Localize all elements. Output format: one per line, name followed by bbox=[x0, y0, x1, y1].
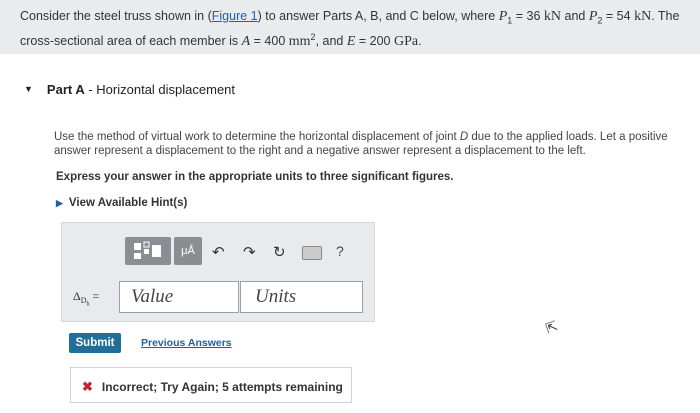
problem-text: ) to answer Parts A, B, and C below, whe… bbox=[257, 9, 499, 23]
delta-dh-label: ΔDh = bbox=[73, 289, 99, 308]
modulus-value: = 200 bbox=[355, 33, 394, 48]
reset-icon[interactable]: ↻ bbox=[273, 243, 286, 261]
help-icon[interactable]: ? bbox=[336, 243, 344, 259]
problem-text: , and bbox=[315, 33, 347, 48]
figure-link[interactable]: Figure 1 bbox=[212, 9, 258, 23]
modulus-unit: GPa bbox=[393, 33, 419, 49]
submit-button[interactable]: Submit bbox=[69, 333, 121, 353]
units-button[interactable]: μÅ bbox=[174, 237, 202, 265]
joint-label: D bbox=[459, 131, 469, 143]
p1-unit: kN bbox=[543, 9, 562, 24]
hints-label: View Available Hint(s) bbox=[68, 197, 188, 209]
previous-answers-link[interactable]: Previous Answers bbox=[141, 337, 232, 349]
undo-icon[interactable]: ↶ bbox=[212, 243, 225, 261]
value-input[interactable]: Value bbox=[119, 281, 239, 313]
redo-icon[interactable]: ↷ bbox=[243, 243, 256, 261]
keyboard-icon[interactable] bbox=[302, 246, 322, 260]
delta-symbol: Δ bbox=[73, 289, 81, 303]
collapse-triangle-icon[interactable]: ▼ bbox=[24, 84, 33, 94]
problem-text: and bbox=[561, 9, 589, 23]
templates-button[interactable] bbox=[125, 237, 171, 265]
problem-line-1: Consider the steel truss shown in (Figur… bbox=[20, 8, 680, 29]
instructions-text: Use the method of virtual work to determ… bbox=[54, 131, 460, 143]
part-label: Part A bbox=[46, 82, 85, 97]
problem-text: . The bbox=[651, 9, 680, 23]
equals-sign: = bbox=[89, 289, 100, 303]
expand-triangle-icon: ▶ bbox=[56, 198, 63, 208]
part-a-header[interactable]: ▼ Part A - Horizontal displacement bbox=[24, 82, 235, 97]
p2-unit: kN bbox=[634, 9, 652, 24]
p1-symbol: P bbox=[498, 9, 508, 24]
p1-value: = 36 bbox=[512, 9, 544, 23]
area-unit: mm bbox=[288, 33, 311, 49]
area-symbol: A bbox=[241, 33, 251, 49]
area-value: = 400 bbox=[250, 33, 289, 48]
x-icon: ✖ bbox=[82, 379, 93, 394]
feedback-box: ✖ Incorrect; Try Again; 5 attempts remain… bbox=[70, 367, 352, 403]
problem-text: cross-sectional area of each member is bbox=[20, 33, 242, 48]
problem-statement: Consider the steel truss shown in (Figur… bbox=[0, 0, 700, 54]
units-input[interactable]: Units bbox=[240, 281, 363, 313]
feedback-text: Incorrect; Try Again; 5 attempts remaini… bbox=[101, 380, 343, 394]
answer-box: μÅ ↶ ↷ ↻ ? ΔDh = Value Units bbox=[61, 222, 375, 322]
instructions: Use the method of virtual work to determ… bbox=[54, 130, 674, 158]
problem-line-2: cross-sectional area of each member is A… bbox=[20, 29, 680, 50]
express-instruction: Express your answer in the appropriate u… bbox=[56, 171, 454, 183]
part-title: - Horizontal displacement bbox=[84, 82, 236, 97]
mouse-cursor-icon: ⇱ bbox=[543, 317, 560, 337]
problem-text: . bbox=[418, 33, 422, 48]
view-hints-link[interactable]: ▶ View Available Hint(s) bbox=[56, 197, 187, 209]
templates-icon bbox=[134, 241, 161, 259]
problem-text: Consider the steel truss shown in ( bbox=[20, 9, 212, 23]
p2-value: = 54 bbox=[602, 9, 635, 23]
